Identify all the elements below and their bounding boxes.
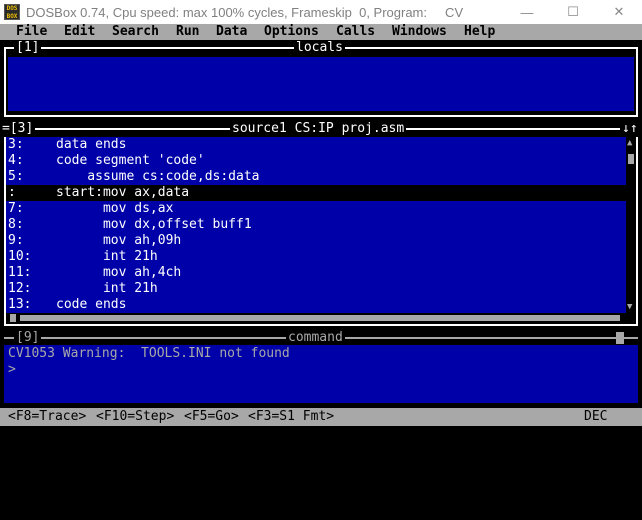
window-controls: — ☐ ✕ xyxy=(504,0,642,24)
source-line-number: : xyxy=(8,185,16,200)
source-line-number: 10: xyxy=(8,249,32,264)
menu-calls[interactable]: Calls xyxy=(336,24,375,40)
source-line-code: mov ds,ax xyxy=(56,201,174,216)
menu-run[interactable]: Run xyxy=(176,24,199,40)
source-line-current[interactable]: : start:mov ax,data xyxy=(6,185,626,201)
source-line[interactable]: 13: code ends xyxy=(6,297,626,313)
command-window-marker xyxy=(616,332,624,344)
locals-window-number[interactable]: [1] xyxy=(14,40,42,56)
source-line[interactable]: 11: mov ah,4ch xyxy=(6,265,626,281)
command-window-title: command xyxy=(286,330,345,346)
window-title: DOSBox 0.74, Cpu speed: max 100% cycles,… xyxy=(26,4,464,20)
status-f3-source-format[interactable]: <F3=S1 Fmt> xyxy=(248,409,334,425)
source-window-number[interactable]: =[3] xyxy=(0,121,36,137)
source-line[interactable]: 12: int 21h xyxy=(6,281,626,297)
window-title-bar: DOS BOX DOSBox 0.74, Cpu speed: max 100%… xyxy=(0,0,642,24)
source-line-code: mov ah,4ch xyxy=(56,265,182,280)
source-line-number: 3: xyxy=(8,137,24,152)
menu-data[interactable]: Data xyxy=(216,24,247,40)
source-line-code: mov ah,09h xyxy=(56,233,182,248)
menu-edit[interactable]: Edit xyxy=(64,24,95,40)
source-line-number: 12: xyxy=(8,281,32,296)
scroll-up-arrow-icon[interactable]: ▲ xyxy=(627,138,632,148)
dos-screen: File Edit Search Run Data Options Calls … xyxy=(0,24,642,427)
locals-border-right xyxy=(636,47,638,117)
source-vertical-scroll-thumb[interactable] xyxy=(628,154,634,164)
source-line[interactable]: 8: mov dx,offset buff1 xyxy=(6,217,626,233)
source-line-number: 4: xyxy=(8,153,24,168)
menu-bar: File Edit Search Run Data Options Calls … xyxy=(0,24,642,40)
source-horizontal-scroll-thumb[interactable] xyxy=(10,314,16,322)
source-line[interactable]: 9: mov ah,09h xyxy=(6,233,626,249)
source-line[interactable]: 5: assume cs:code,ds:data xyxy=(6,169,626,185)
command-prompt[interactable]: > xyxy=(8,362,16,378)
dosbox-app-icon[interactable]: DOS BOX xyxy=(4,4,20,20)
locals-window-title: locals xyxy=(294,40,345,56)
menu-search[interactable]: Search xyxy=(112,24,159,40)
source-window-title: source1 CS:IP proj.asm xyxy=(230,121,407,137)
locals-border-left xyxy=(4,47,6,117)
source-line[interactable]: 10: int 21h xyxy=(6,249,626,265)
locals-border-bottom xyxy=(4,115,638,117)
command-output-line: CV1053 Warning: TOOLS.INI not found xyxy=(8,346,290,361)
source-line-code: code segment 'code' xyxy=(56,153,205,168)
menu-options[interactable]: Options xyxy=(264,24,319,40)
source-line-code: data ends xyxy=(56,137,127,152)
source-line-code: assume cs:code,ds:data xyxy=(56,169,260,184)
source-line-number: 13: xyxy=(8,297,32,312)
source-horizontal-scroll-track[interactable] xyxy=(20,315,620,321)
status-f10-step[interactable]: <F10=Step> xyxy=(96,409,174,425)
source-line-code: code ends xyxy=(56,297,127,312)
scroll-down-arrow-icon[interactable]: ▼ xyxy=(627,302,632,312)
source-line-number: 11: xyxy=(8,265,32,280)
source-line[interactable]: 3: data ends xyxy=(6,137,626,153)
source-line[interactable]: 7: mov ds,ax xyxy=(6,201,626,217)
command-window-number[interactable]: [9] xyxy=(14,330,42,346)
locals-window-body[interactable] xyxy=(8,57,634,111)
source-border-bottom xyxy=(4,324,638,326)
source-line-code: int 21h xyxy=(56,249,158,264)
source-line[interactable]: 4: code segment 'code' xyxy=(6,153,626,169)
source-border-right xyxy=(636,128,638,326)
source-line-number: 5: xyxy=(8,169,24,184)
source-line-code: start:mov ax,data xyxy=(56,185,190,200)
menu-file[interactable]: File xyxy=(16,24,47,40)
status-f8-trace[interactable]: <F8=Trace> xyxy=(8,409,86,425)
menu-help[interactable]: Help xyxy=(464,24,495,40)
minimize-button[interactable]: — xyxy=(504,0,550,24)
status-f5-go[interactable]: <F5=Go> xyxy=(184,409,239,425)
source-line-number: 8: xyxy=(8,217,24,232)
maximize-button[interactable]: ☐ xyxy=(550,0,596,24)
status-bar: <F8=Trace> <F10=Step> <F5=Go> <F3=S1 Fmt… xyxy=(0,408,642,426)
source-line-code: int 21h xyxy=(56,281,158,296)
source-line-code: mov dx,offset buff1 xyxy=(56,217,252,232)
status-radix-mode: DEC xyxy=(584,409,608,424)
source-window-resize-arrows-icon[interactable]: ↓↑ xyxy=(620,121,640,137)
source-line-number: 9: xyxy=(8,233,24,248)
close-button[interactable]: ✕ xyxy=(596,0,642,24)
source-line-number: 7: xyxy=(8,201,24,216)
menu-windows[interactable]: Windows xyxy=(392,24,447,40)
